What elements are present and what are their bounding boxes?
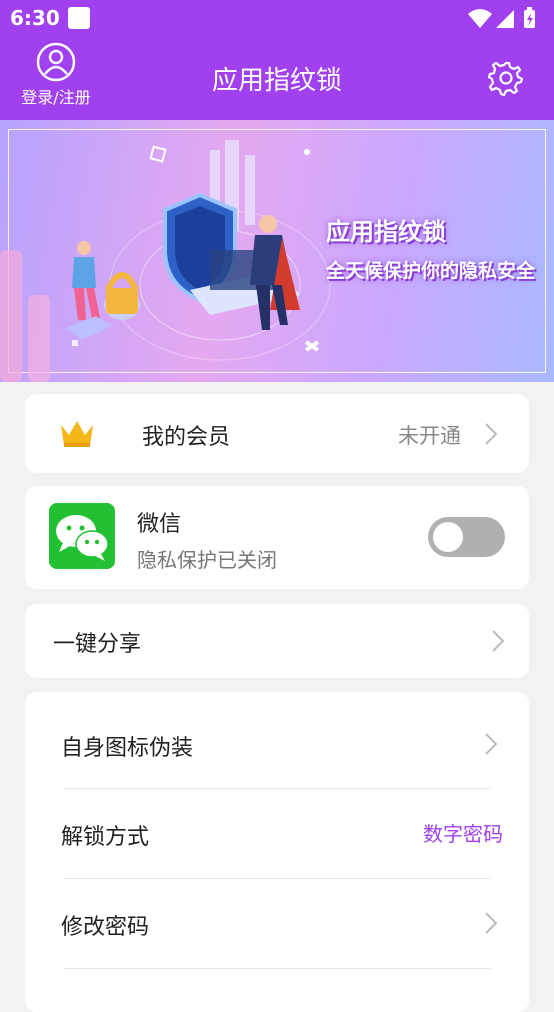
chevron-right-icon bbox=[485, 733, 498, 755]
settings-list-card: 自身图标伪装 解锁方式 数字密码 修改密码 bbox=[25, 692, 529, 1012]
toggle-knob bbox=[433, 522, 463, 552]
promo-banner[interactable]: 应用指纹锁 全天候保护你的隐私安全 bbox=[0, 120, 554, 382]
signal-icon bbox=[496, 10, 514, 28]
app-bar: 登录/注册 应用指纹锁 bbox=[0, 38, 554, 120]
wechat-protection-toggle[interactable] bbox=[428, 517, 505, 557]
divider bbox=[63, 968, 491, 969]
chevron-right-icon bbox=[485, 912, 498, 934]
icon-disguise-row[interactable]: 自身图标伪装 bbox=[25, 692, 529, 788]
system-status-icons bbox=[468, 7, 535, 28]
vip-status: 未开通 bbox=[398, 424, 461, 448]
wechat-app-name: 微信 bbox=[137, 512, 182, 537]
notification-icon bbox=[68, 7, 90, 29]
wechat-app-icon bbox=[49, 503, 115, 569]
change-password-row[interactable]: 修改密码 bbox=[25, 879, 529, 968]
status-bar: 6:30 bbox=[0, 0, 554, 38]
page-title: 应用指纹锁 bbox=[211, 66, 342, 96]
chevron-right-icon bbox=[485, 423, 498, 445]
banner-subtitle: 全天候保护你的隐私安全 bbox=[326, 260, 536, 282]
gear-icon[interactable] bbox=[488, 60, 524, 96]
banner-illustration bbox=[0, 140, 331, 382]
wifi-icon bbox=[468, 9, 492, 28]
vip-card[interactable]: 我的会员 未开通 bbox=[25, 394, 529, 473]
status-time: 6:30 bbox=[10, 6, 60, 30]
wechat-protection-status: 隐私保护已关闭 bbox=[137, 548, 277, 572]
icon-disguise-label: 自身图标伪装 bbox=[61, 736, 194, 761]
wechat-app-card[interactable]: 微信 隐私保护已关闭 bbox=[25, 486, 529, 589]
banner-title: 应用指纹锁 bbox=[326, 218, 446, 246]
change-password-label: 修改密码 bbox=[61, 915, 150, 940]
chevron-right-icon bbox=[492, 630, 505, 652]
vip-label: 我的会员 bbox=[142, 425, 231, 450]
share-card[interactable]: 一键分享 bbox=[25, 604, 529, 678]
unlock-method-label: 解锁方式 bbox=[61, 825, 150, 850]
unlock-method-value: 数字密码 bbox=[423, 822, 503, 846]
crown-icon bbox=[61, 421, 93, 447]
share-label: 一键分享 bbox=[53, 632, 142, 657]
